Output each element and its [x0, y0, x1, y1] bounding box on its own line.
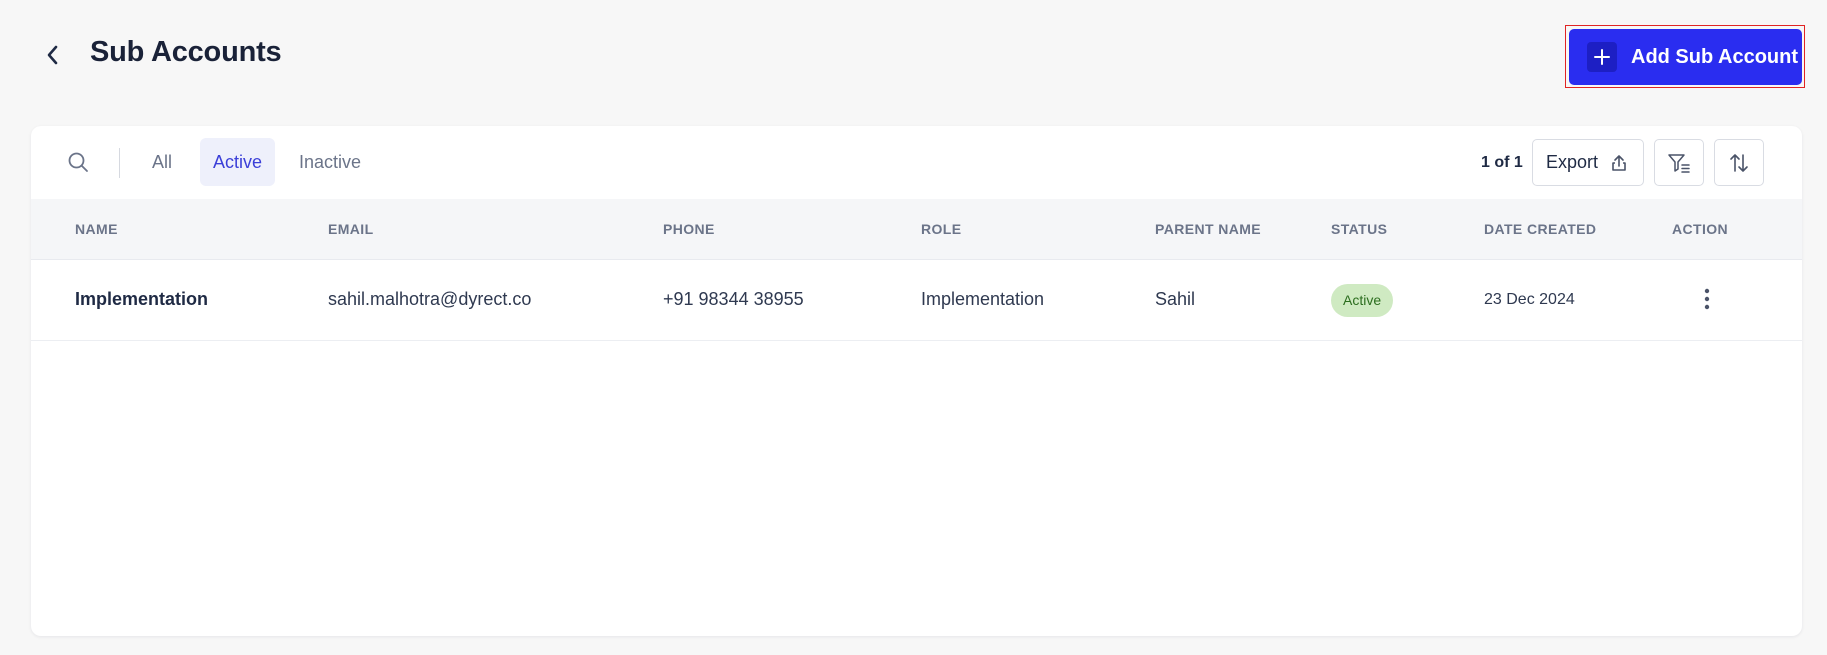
- column-header-date-created[interactable]: DATE CREATED: [1484, 221, 1596, 237]
- table-header: NAME EMAIL PHONE ROLE PARENT NAME STATUS…: [31, 199, 1802, 260]
- sort-icon: [1730, 153, 1748, 172]
- pagination-count: 1 of 1: [1481, 154, 1523, 171]
- filter-button[interactable]: [1654, 139, 1704, 186]
- column-header-email[interactable]: EMAIL: [328, 221, 374, 237]
- export-label: Export: [1546, 152, 1599, 172]
- plus-icon: [1587, 42, 1617, 72]
- add-sub-account-label: Add Sub Account: [1631, 45, 1799, 68]
- cell-email: sahil.malhotra@dyrect.co: [328, 289, 532, 309]
- filter-icon: [1668, 153, 1690, 173]
- sort-button[interactable]: [1714, 139, 1764, 186]
- table-row[interactable]: Implementation sahil.malhotra@dyrect.co …: [31, 260, 1802, 341]
- column-header-status[interactable]: STATUS: [1331, 221, 1387, 237]
- column-header-name[interactable]: NAME: [75, 221, 118, 237]
- cell-name[interactable]: Implementation: [75, 289, 208, 310]
- add-sub-account-button[interactable]: Add Sub Account: [1569, 29, 1802, 85]
- tab-inactive[interactable]: Inactive: [286, 138, 374, 186]
- export-button[interactable]: Export: [1532, 139, 1644, 186]
- tab-active[interactable]: Active: [200, 138, 276, 186]
- page-title: Sub Accounts: [90, 36, 282, 68]
- column-header-phone[interactable]: PHONE: [663, 221, 715, 237]
- cell-date-created: 23 Dec 2024: [1484, 291, 1575, 308]
- toolbar-divider: [119, 148, 120, 178]
- row-action-button[interactable]: [1699, 286, 1715, 312]
- search-icon[interactable]: [66, 150, 90, 174]
- tab-all[interactable]: All: [139, 138, 185, 186]
- cell-phone: +91 98344 38955: [663, 289, 804, 309]
- more-vertical-icon: [1704, 288, 1710, 310]
- page-header: Sub Accounts Add Sub Account: [0, 0, 1827, 118]
- cell-role: Implementation: [921, 289, 1045, 309]
- sub-accounts-card: All Active Inactive 1 of 1 Export NAME E: [31, 126, 1802, 636]
- column-header-parent-name[interactable]: PARENT NAME: [1155, 221, 1261, 237]
- back-button[interactable]: [40, 42, 66, 68]
- status-badge: Active: [1331, 284, 1394, 317]
- upload-icon: [1612, 154, 1626, 171]
- table-toolbar: All Active Inactive 1 of 1 Export: [31, 126, 1802, 199]
- chevron-left-icon: [47, 45, 58, 65]
- column-header-role[interactable]: ROLE: [921, 221, 962, 237]
- cell-parent-name: Sahil: [1155, 289, 1196, 309]
- column-header-action: ACTION: [1672, 221, 1729, 237]
